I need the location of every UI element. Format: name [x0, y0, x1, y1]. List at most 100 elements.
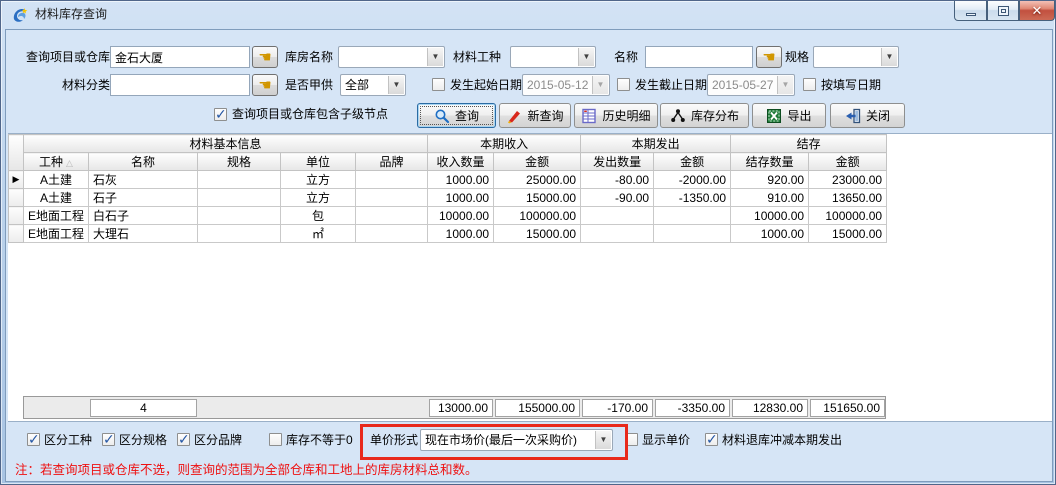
titlebar[interactable]: 材料库存查询 ✕ — [1, 1, 1055, 29]
row-selector-cell[interactable] — [9, 189, 24, 207]
table-row[interactable]: E地面工程 白石子 包 10000.00 100000.00 10000.00 … — [9, 207, 887, 225]
new-query-button[interactable]: 新查询 — [499, 103, 571, 128]
category-browse-button[interactable]: ☚ — [252, 74, 278, 96]
cell-in-amt[interactable]: 15000.00 — [494, 225, 581, 243]
fill-date-checkbox[interactable] — [803, 78, 816, 91]
name-input[interactable] — [645, 46, 753, 68]
cell-brand[interactable] — [356, 225, 428, 243]
close-form-button[interactable]: 关闭 — [830, 103, 905, 128]
cell-unit[interactable]: ㎡ — [281, 225, 356, 243]
chevron-down-icon[interactable]: ▼ — [578, 48, 594, 66]
cell-bal-amt[interactable]: 13650.00 — [809, 189, 887, 207]
col-header-trade[interactable]: 工种△ — [24, 153, 89, 171]
return-offset-checkbox[interactable] — [705, 433, 718, 446]
chevron-down-icon[interactable]: ▼ — [388, 76, 404, 94]
trade-combo[interactable]: ▼ — [510, 46, 596, 68]
cell-bal-amt[interactable]: 23000.00 — [809, 171, 887, 189]
row-selector-cell[interactable] — [9, 207, 24, 225]
show-price-checkbox[interactable] — [625, 433, 638, 446]
table-row[interactable]: E地面工程 大理石 ㎡ 1000.00 15000.00 1000.00 150… — [9, 225, 887, 243]
cell-unit[interactable]: 包 — [281, 207, 356, 225]
cell-unit[interactable]: 立方 — [281, 189, 356, 207]
cell-brand[interactable] — [356, 207, 428, 225]
nonzero-stock-checkbox[interactable] — [269, 433, 282, 446]
cell-in-qty[interactable]: 1000.00 — [428, 171, 494, 189]
name-browse-button[interactable]: ☚ — [756, 46, 782, 68]
cell-in-qty[interactable]: 10000.00 — [428, 207, 494, 225]
end-date-picker[interactable]: 2015-05-27 ▼ — [707, 74, 795, 96]
project-input[interactable] — [110, 46, 250, 68]
include-children-checkbox[interactable] — [214, 108, 227, 121]
cell-spec[interactable] — [198, 207, 281, 225]
warehouse-combo[interactable]: ▼ — [338, 46, 445, 68]
cell-in-amt[interactable]: 15000.00 — [494, 189, 581, 207]
start-date-picker[interactable]: 2015-05-12 ▼ — [522, 74, 610, 96]
history-detail-button[interactable]: 历史明细 — [574, 103, 658, 128]
row-selector-cell[interactable] — [9, 225, 24, 243]
col-header-out-qty[interactable]: 发出数量 — [581, 153, 654, 171]
cell-unit[interactable]: 立方 — [281, 171, 356, 189]
cell-out-qty[interactable]: -90.00 — [581, 189, 654, 207]
cell-trade[interactable]: A土建 — [24, 171, 89, 189]
cell-spec[interactable] — [198, 171, 281, 189]
query-button[interactable]: 查询 — [417, 103, 496, 128]
cell-spec[interactable] — [198, 189, 281, 207]
col-header-brand[interactable]: 品牌 — [356, 153, 428, 171]
cell-trade[interactable]: E地面工程 — [24, 225, 89, 243]
chevron-down-icon[interactable]: ▼ — [427, 48, 443, 66]
end-date-checkbox[interactable] — [617, 78, 630, 91]
by-spec-checkbox[interactable] — [102, 433, 115, 446]
cell-out-qty[interactable] — [581, 207, 654, 225]
cell-bal-qty[interactable]: 920.00 — [731, 171, 809, 189]
col-header-unit[interactable]: 单位 — [281, 153, 356, 171]
cell-out-amt[interactable] — [654, 207, 731, 225]
cell-out-qty[interactable]: -80.00 — [581, 171, 654, 189]
cell-trade[interactable]: A土建 — [24, 189, 89, 207]
cell-name[interactable]: 石子 — [89, 189, 198, 207]
cell-bal-amt[interactable]: 100000.00 — [809, 207, 887, 225]
project-browse-button[interactable]: ☚ — [252, 46, 278, 68]
cell-name[interactable]: 大理石 — [89, 225, 198, 243]
price-mode-combo[interactable]: 现在市场价(最后一次采购价) ▼ — [420, 429, 613, 451]
stock-distribution-button[interactable]: 库存分布 — [660, 103, 749, 128]
col-header-bal-qty[interactable]: 结存数量 — [731, 153, 809, 171]
col-header-in-amt[interactable]: 金额 — [494, 153, 581, 171]
cell-in-qty[interactable]: 1000.00 — [428, 189, 494, 207]
chevron-down-icon[interactable]: ▼ — [881, 48, 897, 66]
by-brand-checkbox[interactable] — [177, 433, 190, 446]
close-button[interactable]: ✕ — [1019, 1, 1055, 21]
cell-in-amt[interactable]: 100000.00 — [494, 207, 581, 225]
cell-trade[interactable]: E地面工程 — [24, 207, 89, 225]
minimize-button[interactable] — [954, 1, 987, 21]
cell-name[interactable]: 石灰 — [89, 171, 198, 189]
cell-out-amt[interactable]: -1350.00 — [654, 189, 731, 207]
supply-combo[interactable]: 全部 ▼ — [340, 74, 406, 96]
chevron-down-icon[interactable]: ▼ — [595, 431, 611, 449]
cell-bal-amt[interactable]: 15000.00 — [809, 225, 887, 243]
col-header-out-amt[interactable]: 金额 — [654, 153, 731, 171]
cell-out-qty[interactable] — [581, 225, 654, 243]
cell-spec[interactable] — [198, 225, 281, 243]
cell-name[interactable]: 白石子 — [89, 207, 198, 225]
cell-in-qty[interactable]: 1000.00 — [428, 225, 494, 243]
table-row[interactable]: ▶ A土建 石灰 立方 1000.00 25000.00 -80.00 -200… — [9, 171, 887, 189]
cell-bal-qty[interactable]: 10000.00 — [731, 207, 809, 225]
row-selector-icon[interactable]: ▶ — [9, 171, 24, 189]
cell-out-amt[interactable] — [654, 225, 731, 243]
cell-in-amt[interactable]: 25000.00 — [494, 171, 581, 189]
cell-bal-qty[interactable]: 1000.00 — [731, 225, 809, 243]
col-header-in-qty[interactable]: 收入数量 — [428, 153, 494, 171]
cell-out-amt[interactable]: -2000.00 — [654, 171, 731, 189]
table-row[interactable]: A土建 石子 立方 1000.00 15000.00 -90.00 -1350.… — [9, 189, 887, 207]
col-header-name[interactable]: 名称 — [89, 153, 198, 171]
start-date-checkbox[interactable] — [432, 78, 445, 91]
maximize-button[interactable] — [987, 1, 1019, 21]
cell-brand[interactable] — [356, 171, 428, 189]
export-button[interactable]: 导出 — [752, 103, 826, 128]
spec-combo[interactable]: ▼ — [813, 46, 899, 68]
by-trade-checkbox[interactable] — [27, 433, 40, 446]
col-header-bal-amt[interactable]: 金额 — [809, 153, 887, 171]
category-input[interactable] — [110, 74, 250, 96]
col-header-spec[interactable]: 规格 — [198, 153, 281, 171]
cell-brand[interactable] — [356, 189, 428, 207]
